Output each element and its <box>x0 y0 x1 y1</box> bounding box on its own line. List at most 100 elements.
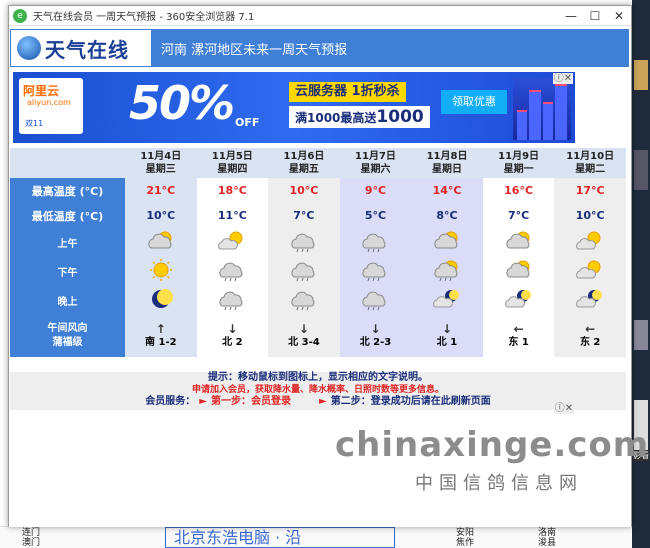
wind-text: 北 2 <box>222 336 243 348</box>
ad-city-illustration <box>513 78 571 140</box>
background-bottom-links-right[interactable]: 洛南 浚县 <box>538 528 556 548</box>
wind-cell: ← 东 1 <box>482 315 555 357</box>
forecast-dates-row: 11月4日 星期三 11月5日 星期四 11月6日 星期五 11月7日 星期六 11月8日 星期日… <box>10 148 626 178</box>
low-temp: 10°C <box>125 203 197 228</box>
partly-cloudy-icon[interactable] <box>504 258 534 282</box>
night-weather-cell <box>482 286 555 315</box>
high-temp: 10°C <box>268 178 340 203</box>
cloud-rain-icon[interactable] <box>289 229 319 253</box>
pm-weather-cell <box>196 257 269 286</box>
ad-banner[interactable]: 阿里云 aliyun.com 双11 50% OFF 云服务器 1折秒杀 满10… <box>13 72 575 143</box>
step1-login-link[interactable]: 第一步：会员登录 <box>211 396 291 407</box>
page-title: 河南 漯河地区未来一周天气预报 <box>161 42 348 58</box>
label-low: 最低温度 (°C) <box>10 203 125 228</box>
member-join-text[interactable]: 申请加入会员，获取降水量、降水概率、日照时数等更多信息。 <box>10 384 626 396</box>
wind-arrow-icon: ↑ <box>155 321 166 336</box>
partly-cloudy-light-icon[interactable] <box>217 229 247 253</box>
wind-cell: ↓ 北 2-3 <box>339 315 412 357</box>
step2-refresh-text: 第二步：登录成功后请在此刷新页面 <box>330 396 491 407</box>
ad-close-button[interactable]: ⓘ✕ <box>553 73 573 84</box>
cloud-rain-icon[interactable] <box>289 287 319 311</box>
site-logo[interactable]: 天气在线 <box>11 30 151 66</box>
pm-weather-cell <box>339 257 412 286</box>
am-weather-cell <box>411 228 483 257</box>
label-am: 上午 <box>10 228 125 257</box>
night-weather-cell <box>125 286 197 315</box>
day-header: 11月9日 星期一 <box>482 148 555 178</box>
high-temp: 17°C <box>554 178 626 203</box>
am-weather-cell <box>125 228 197 257</box>
ad-logo-tag: 双11 <box>25 119 44 128</box>
partly-cloudy-icon[interactable] <box>504 229 534 253</box>
low-temp: 8°C <box>411 203 483 228</box>
minimize-button[interactable]: — <box>559 7 583 25</box>
wind-arrow-icon: ← <box>513 321 524 336</box>
low-temp: 7°C <box>268 203 340 228</box>
night-weather-cell <box>268 286 340 315</box>
cloud-rain-icon[interactable] <box>217 258 247 282</box>
partly-cloudy-light-icon[interactable] <box>575 258 605 282</box>
watermark-site: chinaxinge.com <box>335 425 650 465</box>
cloud-rain-icon[interactable] <box>360 258 390 282</box>
am-weather-cell <box>268 228 340 257</box>
wind-arrow-icon: ↓ <box>227 321 238 336</box>
pm-weather-cell <box>411 257 483 286</box>
watermark-name: 中国信鸽信息网 <box>415 473 583 494</box>
background-bottom-links[interactable]: 连门 澳门 <box>22 528 40 548</box>
wind-text: 北 3-4 <box>288 336 320 348</box>
window-title: 天气在线会员 一周天气预报 - 360安全浏览器 7.1 <box>33 12 255 23</box>
low-temp: 5°C <box>339 203 412 228</box>
high-temp: 21°C <box>125 178 197 203</box>
page-content: 天气在线 河南 漯河地区未来一周天气预报 阿里云 aliyun.com 双11 … <box>9 27 648 527</box>
partly-cloudy-icon[interactable] <box>146 229 176 253</box>
day-header: 11月4日 星期三 <box>125 148 197 178</box>
night-weather-cell <box>339 286 412 315</box>
partly-cloudy-rain-icon[interactable] <box>432 258 462 282</box>
ad-claim-button[interactable]: 领取优惠 <box>441 90 507 114</box>
moon-cloud-icon[interactable] <box>432 287 462 311</box>
am-weather-cell <box>482 228 555 257</box>
forecast-table: 11月4日 星期三 11月5日 星期四 11月6日 星期五 11月7日 星期六 11月8日 星期日… <box>10 148 626 357</box>
high-temp: 16°C <box>482 178 555 203</box>
wind-text: 南 1-2 <box>145 336 177 348</box>
day-header: 11月7日 星期六 <box>339 148 412 178</box>
logo-text: 天气在线 <box>45 37 129 62</box>
title-bar[interactable]: e 天气在线会员 一周天气预报 - 360安全浏览器 7.1 — ☐ ✕ <box>9 6 631 26</box>
moon-cloud-icon[interactable] <box>504 287 534 311</box>
label-pm: 下午 <box>10 257 125 286</box>
ad2-close-button[interactable]: ⓘ✕ <box>554 403 574 414</box>
cloud-rain-icon[interactable] <box>289 258 319 282</box>
ad-logo-main: 阿里云 <box>23 84 60 98</box>
moon-cloud-icon[interactable] <box>575 287 605 311</box>
globe-icon <box>17 36 41 60</box>
maximize-button[interactable]: ☐ <box>583 7 607 25</box>
wind-text: 东 1 <box>508 336 529 348</box>
forecast-wind-row: 午间风向 蒲福级 ↑ 南 1-2 ↓ 北 2 ↓ 北 3-4 ↓ 北 2-3 ↓ 北 1 ← 东 1 ← 东… <box>10 315 626 357</box>
notes-section: 提示：移动鼠标到图标上，显示相应的文字说明。 申请加入会员，获取降水量、降水概率… <box>10 372 626 410</box>
forecast-night-row: 晚上 <box>10 286 626 315</box>
label-night: 晚上 <box>10 286 125 315</box>
night-weather-cell <box>554 286 626 315</box>
wind-cell: ↑ 南 1-2 <box>125 315 197 357</box>
cloud-rain-icon[interactable] <box>217 287 247 311</box>
close-button[interactable]: ✕ <box>607 7 631 25</box>
wind-arrow-icon: ↓ <box>370 321 381 336</box>
cloud-rain-icon[interactable] <box>360 229 390 253</box>
background-bottom-banner[interactable]: 北京东浩电脑 · 沿 <box>165 527 395 548</box>
day-header: 11月8日 星期日 <box>411 148 483 178</box>
background-bottom-links-mid[interactable]: 安阳 焦作 <box>456 528 474 548</box>
wind-text: 东 2 <box>579 336 601 348</box>
sunny-icon[interactable] <box>146 258 176 282</box>
low-temp: 10°C <box>554 203 626 228</box>
browser-icon: e <box>13 8 27 23</box>
page-header: 天气在线 河南 漯河地区未来一周天气预报 <box>10 29 629 67</box>
ad-logo: 阿里云 aliyun.com 双11 <box>19 78 83 134</box>
ad-line-2: 满1000最高送1000 <box>289 106 430 128</box>
ad-big-text: 50% <box>129 76 235 130</box>
high-temp: 14°C <box>411 178 483 203</box>
cloud-rain-icon[interactable] <box>360 287 390 311</box>
partly-cloudy-icon[interactable] <box>432 229 462 253</box>
popup-window: e 天气在线会员 一周天气预报 - 360安全浏览器 7.1 — ☐ ✕ 天气在… <box>8 5 648 527</box>
partly-cloudy-light-icon[interactable] <box>575 229 605 253</box>
moon-icon[interactable] <box>146 287 176 311</box>
